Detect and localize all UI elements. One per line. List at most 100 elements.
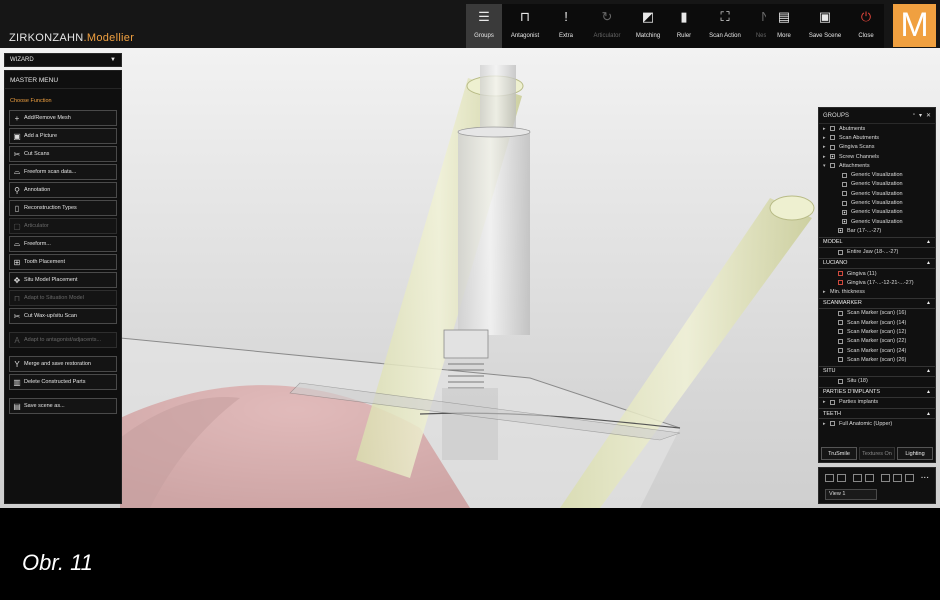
visibility-checkbox[interactable] [842, 172, 847, 178]
group-section-header[interactable]: SITU ▲ [819, 365, 935, 377]
group-section-header[interactable]: LUCIANO ▲ [819, 257, 935, 269]
visibility-checkbox[interactable] [830, 144, 835, 150]
function-button-reconstruction-types[interactable]: ▯ Reconstruction Types [9, 200, 117, 216]
close-button[interactable]: ⏻ Close [848, 4, 884, 48]
expand-arrow-icon[interactable]: ▸ [823, 126, 830, 132]
wizard-dropdown[interactable]: WIZARD ▼ [4, 53, 122, 67]
expand-arrow-icon[interactable]: ▾ [823, 163, 830, 169]
collapse-triangle-icon[interactable]: ▲ [926, 300, 931, 306]
expand-arrow-icon[interactable]: ▸ [823, 289, 830, 295]
more-options-icon[interactable]: ... [921, 471, 929, 481]
group-section-header[interactable]: PARTIES D'IMPLANTS ▲ [819, 386, 935, 398]
visibility-checkbox[interactable] [842, 209, 847, 215]
lighting-button[interactable]: Lighting [897, 447, 933, 460]
single-view-icon[interactable] [825, 474, 834, 482]
group-row[interactable]: Generic Visualization [819, 208, 935, 217]
group-row[interactable]: ▾ Attachments [819, 161, 935, 170]
function-button-save-scene-as[interactable]: ▤ Save scene as... [9, 398, 117, 414]
side-view-icon[interactable] [893, 474, 902, 482]
group-row[interactable]: Generic Visualization [819, 189, 935, 198]
visibility-checkbox[interactable] [830, 135, 835, 141]
split-view-icon[interactable] [837, 474, 846, 482]
function-button-cut-scans[interactable]: ✂ Cut Scans [9, 146, 117, 162]
group-row[interactable]: ▸ Parties implants [819, 398, 935, 407]
expand-arrow-icon[interactable]: ▸ [823, 144, 830, 150]
triple-view-icon[interactable] [853, 474, 862, 482]
function-button-add-remove-mesh[interactable]: + Add/Remove Mesh [9, 110, 117, 126]
visibility-checkbox[interactable] [838, 357, 843, 363]
function-button-delete-constructed-parts[interactable]: ▥ Delete Constructed Parts [9, 374, 117, 390]
group-row[interactable]: Generic Visualization [819, 198, 935, 207]
group-row[interactable]: ▸ Min. thickness [819, 287, 935, 296]
collapse-triangle-icon[interactable]: ▲ [926, 260, 931, 266]
collapse-triangle-icon[interactable]: ▲ [926, 411, 931, 417]
visibility-checkbox[interactable] [830, 399, 835, 405]
visibility-checkbox[interactable] [838, 249, 843, 255]
save-scene-button[interactable]: ▣ Save Scene [802, 4, 848, 48]
group-row[interactable]: Bar (17-...-27) [819, 226, 935, 235]
group-section-header[interactable]: TEETH ▲ [819, 408, 935, 420]
group-row[interactable]: Scan Marker (scan) (14) [819, 318, 935, 327]
group-row[interactable]: Scan Marker (scan) (26) [819, 355, 935, 364]
visibility-checkbox[interactable] [842, 181, 847, 187]
function-button-freeform-scan-data[interactable]: ⌓ Freeform scan data... [9, 164, 117, 180]
group-row[interactable]: Scan Marker (scan) (22) [819, 337, 935, 346]
visibility-checkbox[interactable] [838, 378, 843, 384]
visibility-checkbox[interactable] [842, 191, 847, 197]
visibility-checkbox[interactable] [830, 163, 835, 169]
more-button[interactable]: ▤ More [766, 4, 802, 48]
group-row[interactable]: Situ (18) [819, 377, 935, 386]
expand-arrow-icon[interactable]: ▸ [823, 399, 830, 405]
groups-button[interactable]: ☰ Groups [466, 4, 502, 48]
group-row[interactable]: ▸ Abutments [819, 124, 935, 133]
group-row[interactable]: ▸ Screw Channels [819, 152, 935, 161]
group-row[interactable]: Gingiva (11) [819, 269, 935, 278]
expand-arrow-icon[interactable]: ▸ [823, 421, 830, 427]
group-row[interactable]: ▸ Gingiva Scans [819, 143, 935, 152]
visibility-checkbox[interactable] [842, 219, 847, 225]
group-row[interactable]: Generic Visualization [819, 217, 935, 226]
group-row[interactable]: Scan Marker (scan) (12) [819, 327, 935, 336]
group-section-header[interactable]: SCANMARKER ▲ [819, 297, 935, 309]
antagonist-button[interactable]: ⊓ Antagonist [502, 4, 548, 48]
top-view-icon[interactable] [881, 474, 890, 482]
scan-action-button[interactable]: ⛶ Scan Action [702, 4, 748, 48]
matching-button[interactable]: ◩ Matching [630, 4, 666, 48]
visibility-checkbox[interactable] [830, 421, 835, 427]
group-row[interactable]: ▸ Scan Abutments [819, 133, 935, 142]
quad-view-icon[interactable] [865, 474, 874, 482]
front-view-icon[interactable] [905, 474, 914, 482]
visibility-checkbox[interactable] [838, 280, 843, 286]
dropdown-icon[interactable]: ▾ [919, 112, 922, 119]
extra-button[interactable]: ! Extra [548, 4, 584, 48]
function-button-tooth-placement[interactable]: ⊞ Tooth Placement [9, 254, 117, 270]
group-row[interactable]: ▸ Full Anatomic (Upper) [819, 419, 935, 428]
window-icon[interactable]: ▫ [913, 112, 915, 119]
visibility-checkbox[interactable] [838, 338, 843, 344]
visibility-checkbox[interactable] [838, 310, 843, 316]
3d-viewport[interactable] [0, 48, 940, 508]
visibility-checkbox[interactable] [838, 348, 843, 354]
visibility-checkbox[interactable] [838, 320, 843, 326]
function-button-merge-and-save-restoration[interactable]: Y Merge and save restoration [9, 356, 117, 372]
visibility-checkbox[interactable] [842, 200, 847, 206]
collapse-triangle-icon[interactable]: ▲ [926, 389, 931, 395]
group-section-header[interactable]: MODEL ▲ [819, 236, 935, 248]
trusmile-button[interactable]: TruSmile [821, 447, 857, 460]
function-button-situ-model-placement[interactable]: ✥ Situ Model Placement [9, 272, 117, 288]
visibility-checkbox[interactable] [838, 329, 843, 335]
group-row[interactable]: Scan Marker (scan) (16) [819, 309, 935, 318]
collapse-triangle-icon[interactable]: ▲ [926, 239, 931, 245]
visibility-checkbox[interactable] [830, 126, 835, 132]
function-button-annotation[interactable]: ⚲ Annotation [9, 182, 117, 198]
collapse-triangle-icon[interactable]: ▲ [926, 368, 931, 374]
articulator-button[interactable]: ↻ Articulator [584, 4, 630, 48]
group-row[interactable]: Entire Jaw (18-...-27) [819, 248, 935, 257]
close-icon[interactable]: ✕ [926, 112, 931, 119]
zirkonzahn-m-logo[interactable]: M [893, 4, 936, 47]
function-button-add-a-picture[interactable]: ▣ Add a Picture [9, 128, 117, 144]
group-row[interactable]: Gingiva (17-...-12-21-...-27) [819, 278, 935, 287]
group-row[interactable]: Scan Marker (scan) (24) [819, 346, 935, 355]
view-name-field[interactable]: View 1 [825, 489, 877, 500]
group-row[interactable]: Generic Visualization [819, 180, 935, 189]
